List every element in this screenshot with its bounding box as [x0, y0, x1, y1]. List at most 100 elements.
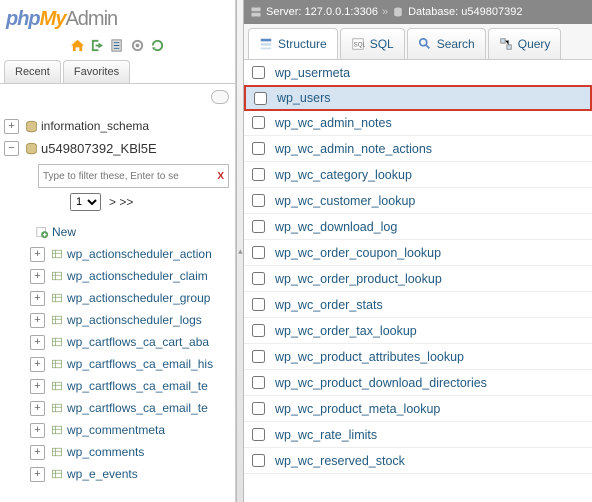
- expand-icon[interactable]: +: [30, 247, 45, 262]
- tree-node-information-schema[interactable]: + information_schema: [0, 115, 235, 137]
- tree-table[interactable]: + wp_actionscheduler_logs: [0, 309, 235, 331]
- settings-icon[interactable]: [129, 37, 146, 54]
- tree-table[interactable]: + wp_cartflows_ca_email_his: [0, 353, 235, 375]
- tree-table[interactable]: + wp_cartflows_ca_cart_aba: [0, 331, 235, 353]
- table-row[interactable]: wp_wc_order_tax_lookup: [244, 318, 592, 344]
- table-label[interactable]: wp_cartflows_ca_email_his: [67, 357, 213, 371]
- tree-table[interactable]: + wp_commentmeta: [0, 419, 235, 441]
- row-checkbox[interactable]: [254, 92, 267, 105]
- tree-table[interactable]: + wp_actionscheduler_group: [0, 287, 235, 309]
- tab-query[interactable]: Query: [488, 28, 562, 59]
- table-row[interactable]: wp_wc_order_coupon_lookup: [244, 240, 592, 266]
- table-row[interactable]: wp_wc_product_attributes_lookup: [244, 344, 592, 370]
- table-name[interactable]: wp_wc_order_product_lookup: [275, 272, 442, 286]
- expand-icon[interactable]: +: [4, 119, 19, 134]
- reload-icon[interactable]: [149, 37, 166, 54]
- table-label[interactable]: wp_actionscheduler_logs: [67, 313, 202, 327]
- table-row[interactable]: wp_wc_admin_notes: [244, 110, 592, 136]
- resize-handle[interactable]: ◂: [236, 0, 244, 502]
- row-checkbox[interactable]: [252, 168, 265, 181]
- expand-icon[interactable]: +: [30, 467, 45, 482]
- table-row[interactable]: wp_wc_download_log: [244, 214, 592, 240]
- table-name[interactable]: wp_wc_category_lookup: [275, 168, 412, 182]
- table-label[interactable]: wp_e_events: [67, 467, 138, 481]
- table-name[interactable]: wp_usermeta: [275, 66, 350, 80]
- expand-icon[interactable]: +: [30, 269, 45, 284]
- tab-sql[interactable]: SQL SQL: [340, 28, 405, 59]
- tree-node-current-db[interactable]: − u549807392_KBl5E: [0, 137, 235, 159]
- expand-icon[interactable]: +: [30, 291, 45, 306]
- tab-search[interactable]: Search: [407, 28, 486, 59]
- table-name[interactable]: wp_wc_customer_lookup: [275, 194, 415, 208]
- table-name[interactable]: wp_wc_download_log: [275, 220, 397, 234]
- table-name[interactable]: wp_wc_product_download_directories: [275, 376, 487, 390]
- expand-icon[interactable]: +: [30, 313, 45, 328]
- row-checkbox[interactable]: [252, 350, 265, 363]
- row-checkbox[interactable]: [252, 454, 265, 467]
- filter-field[interactable]: [43, 171, 213, 182]
- clear-filter-icon[interactable]: X: [217, 171, 224, 182]
- expand-icon[interactable]: +: [30, 357, 45, 372]
- tab-favorites[interactable]: Favorites: [63, 60, 130, 83]
- table-label[interactable]: wp_comments: [67, 445, 144, 459]
- next-page[interactable]: > >>: [109, 195, 133, 209]
- row-checkbox[interactable]: [252, 66, 265, 79]
- row-checkbox[interactable]: [252, 428, 265, 441]
- row-checkbox[interactable]: [252, 298, 265, 311]
- table-name[interactable]: wp_wc_product_meta_lookup: [275, 402, 440, 416]
- expand-icon[interactable]: +: [30, 423, 45, 438]
- table-row[interactable]: wp_wc_reserved_stock: [244, 448, 592, 474]
- table-name[interactable]: wp_wc_order_stats: [275, 298, 383, 312]
- table-name[interactable]: wp_wc_rate_limits: [275, 428, 377, 442]
- row-checkbox[interactable]: [252, 272, 265, 285]
- expand-icon[interactable]: +: [30, 335, 45, 350]
- row-checkbox[interactable]: [252, 142, 265, 155]
- table-label[interactable]: wp_commentmeta: [67, 423, 165, 437]
- table-row[interactable]: wp_wc_product_meta_lookup: [244, 396, 592, 422]
- expand-icon[interactable]: +: [30, 379, 45, 394]
- table-name[interactable]: wp_wc_order_coupon_lookup: [275, 246, 441, 260]
- row-checkbox[interactable]: [252, 324, 265, 337]
- expand-icon[interactable]: +: [30, 445, 45, 460]
- table-row[interactable]: wp_wc_category_lookup: [244, 162, 592, 188]
- table-label[interactable]: wp_actionscheduler_group: [67, 291, 210, 305]
- logout-icon[interactable]: [89, 37, 106, 54]
- row-checkbox[interactable]: [252, 116, 265, 129]
- collapse-icon[interactable]: −: [4, 141, 19, 156]
- page-select[interactable]: 1: [70, 193, 101, 211]
- collapse-link[interactable]: [0, 84, 235, 113]
- tree-table[interactable]: + wp_actionscheduler_action: [0, 243, 235, 265]
- home-icon[interactable]: [69, 37, 86, 54]
- db-label[interactable]: information_schema: [41, 119, 149, 133]
- table-label[interactable]: wp_cartflows_ca_email_te: [67, 401, 208, 415]
- row-checkbox[interactable]: [252, 194, 265, 207]
- table-row[interactable]: wp_wc_order_product_lookup: [244, 266, 592, 292]
- filter-input[interactable]: X: [38, 164, 229, 188]
- server-label[interactable]: Server: 127.0.0.1:3306: [266, 6, 378, 18]
- database-label[interactable]: Database: u549807392: [408, 6, 522, 18]
- tree-table[interactable]: + wp_cartflows_ca_email_te: [0, 375, 235, 397]
- table-label[interactable]: wp_cartflows_ca_email_te: [67, 379, 208, 393]
- row-checkbox[interactable]: [252, 402, 265, 415]
- table-name[interactable]: wp_wc_reserved_stock: [275, 454, 405, 468]
- expand-icon[interactable]: +: [30, 401, 45, 416]
- table-label[interactable]: wp_actionscheduler_claim: [67, 269, 208, 283]
- table-row[interactable]: wp_wc_product_download_directories: [244, 370, 592, 396]
- row-checkbox[interactable]: [252, 220, 265, 233]
- table-label[interactable]: wp_cartflows_ca_cart_aba: [67, 335, 209, 349]
- row-checkbox[interactable]: [252, 376, 265, 389]
- tree-table[interactable]: + wp_actionscheduler_claim: [0, 265, 235, 287]
- table-row[interactable]: wp_wc_rate_limits: [244, 422, 592, 448]
- table-name[interactable]: wp_users: [277, 91, 331, 105]
- table-row[interactable]: wp_usermeta: [244, 60, 592, 86]
- tree-table[interactable]: + wp_e_events: [0, 463, 235, 485]
- table-name[interactable]: wp_wc_order_tax_lookup: [275, 324, 417, 338]
- table-name[interactable]: wp_wc_product_attributes_lookup: [275, 350, 464, 364]
- table-label[interactable]: wp_actionscheduler_action: [67, 247, 212, 261]
- tab-structure[interactable]: Structure: [248, 28, 338, 59]
- logo[interactable]: phpMyAdmin: [0, 0, 235, 35]
- tree-table[interactable]: + wp_cartflows_ca_email_te: [0, 397, 235, 419]
- table-row[interactable]: wp_users: [244, 85, 592, 111]
- new-label[interactable]: New: [52, 225, 76, 239]
- table-name[interactable]: wp_wc_admin_notes: [275, 116, 392, 130]
